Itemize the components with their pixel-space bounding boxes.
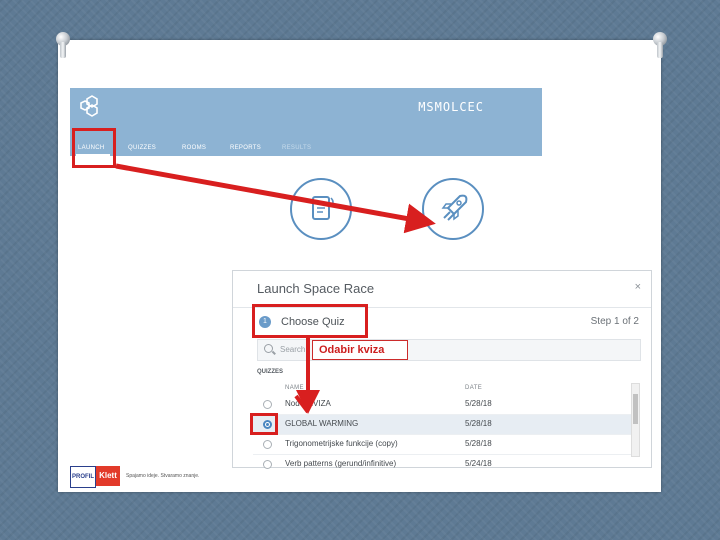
rocket-icon — [441, 194, 468, 221]
radio-button[interactable] — [263, 400, 272, 409]
quiz-name: Nodvi KVIZA — [285, 399, 331, 408]
klett-logo: Klett — [96, 466, 120, 486]
quiz-date: 5/28/18 — [465, 419, 492, 428]
column-header-date[interactable]: DATE — [465, 385, 482, 391]
highlight-selected-radio — [250, 413, 278, 435]
highlight-choose-quiz — [252, 304, 368, 338]
space-race-launch-button[interactable] — [422, 178, 484, 240]
quiz-name: Trigonometrijske funkcije (copy) — [285, 439, 398, 448]
quiz-date: 5/24/18 — [465, 459, 492, 468]
table-row[interactable]: Verb patterns (gerund/infinitive) 5/24/1… — [253, 455, 633, 469]
launch-space-race-dialog: Launch Space Race × 1 Choose Quiz Step 1… — [232, 270, 652, 469]
dialog-title: Launch Space Race — [257, 281, 375, 296]
tab-results[interactable]: RESULTS — [282, 145, 311, 151]
annotation-tooltip: Odabir kviza — [312, 340, 408, 360]
app-screenshot: MSMOLCEC LAUNCH QUIZZES ROOMS REPORTS RE… — [70, 88, 542, 288]
section-label: QUIZZES — [257, 369, 284, 375]
scrollbar[interactable] — [631, 383, 640, 457]
tooltip-text: Odabir kviza — [319, 344, 385, 356]
radio-button[interactable] — [263, 440, 272, 449]
pushpin-left — [54, 32, 72, 58]
tab-rooms[interactable]: ROOMS — [182, 145, 206, 151]
table-row[interactable]: Trigonometrijske funkcije (copy) 5/28/18 — [253, 435, 633, 455]
highlight-launch-tab — [72, 128, 116, 168]
socrative-logo-icon — [80, 95, 98, 117]
tab-reports[interactable]: REPORTS — [230, 145, 261, 151]
search-placeholder: Search — [280, 345, 306, 354]
search-icon — [264, 344, 273, 353]
quiz-launch-button[interactable] — [290, 178, 352, 240]
tab-quizzes[interactable]: QUIZZES — [128, 145, 156, 151]
pushpin-right — [651, 32, 669, 58]
radio-button[interactable] — [263, 460, 272, 469]
step-counter: Step 1 of 2 — [590, 316, 639, 327]
quiz-name: GLOBAL WARMING — [285, 419, 359, 428]
quiz-date: 5/28/18 — [465, 399, 492, 408]
close-icon[interactable]: × — [635, 281, 641, 293]
quiz-date: 5/28/18 — [465, 439, 492, 448]
table-row-selected[interactable]: GLOBAL WARMING 5/28/18 — [253, 415, 633, 435]
column-header-name[interactable]: NAME — [285, 385, 304, 391]
username-label[interactable]: MSMOLCEC — [418, 100, 484, 114]
table-row[interactable]: Nodvi KVIZA 5/28/18 — [253, 395, 633, 415]
quiz-document-icon — [312, 196, 334, 220]
scroll-thumb[interactable] — [633, 394, 638, 424]
profil-logo: PROFIL — [70, 466, 96, 488]
brand-slogan: Spajamo ideje. Stvaramo znanje. — [126, 473, 200, 479]
quiz-name: Verb patterns (gerund/infinitive) — [285, 459, 397, 468]
